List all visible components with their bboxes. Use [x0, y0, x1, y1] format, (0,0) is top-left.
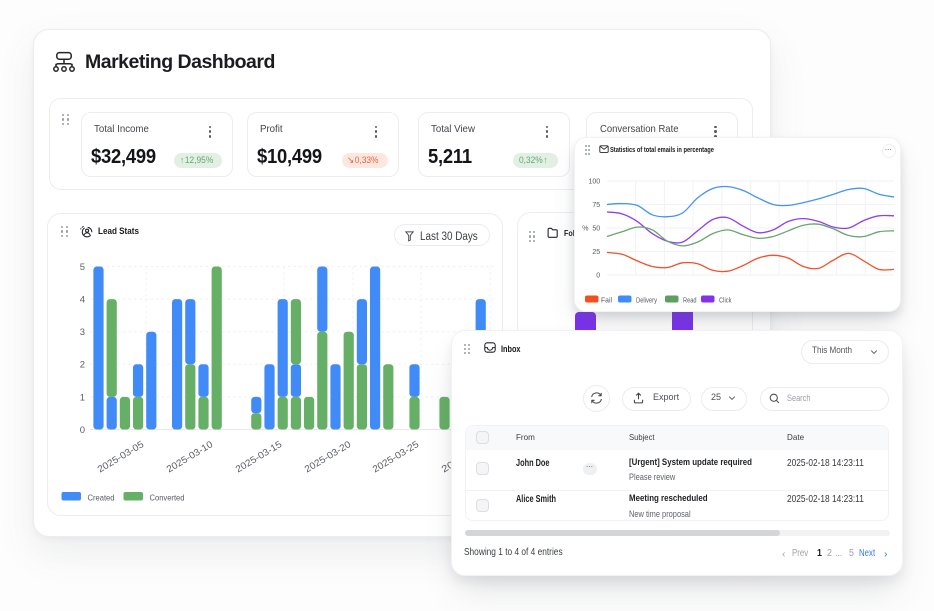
svg-text:0: 0: [80, 425, 85, 436]
svg-text:2: 2: [80, 360, 85, 371]
svg-text:2025-03-25: 2025-03-25: [371, 439, 421, 475]
svg-text:2025-03-10: 2025-03-10: [165, 439, 215, 475]
svg-text:25: 25: [592, 249, 600, 256]
svg-text:4: 4: [80, 295, 85, 306]
svg-text:2025-03-20: 2025-03-20: [303, 439, 353, 475]
svg-text:75: 75: [592, 202, 600, 209]
svg-text:2025-03-05: 2025-03-05: [96, 439, 146, 475]
svg-text:50: 50: [592, 226, 600, 233]
svg-text:Converted: Converted: [150, 493, 185, 503]
svg-text:100: 100: [589, 179, 601, 186]
svg-text:5: 5: [80, 262, 85, 273]
svg-text:%: %: [582, 226, 588, 233]
svg-text:3: 3: [80, 327, 85, 338]
svg-text:1: 1: [80, 392, 85, 403]
svg-text:Fail: Fail: [601, 296, 612, 305]
svg-text:Delivery: Delivery: [636, 296, 657, 305]
svg-text:Created: Created: [88, 493, 115, 503]
svg-text:Read: Read: [683, 296, 697, 305]
svg-text:2025-03-15: 2025-03-15: [234, 439, 284, 475]
svg-text:Click: Click: [719, 296, 732, 305]
svg-text:0: 0: [596, 273, 600, 280]
